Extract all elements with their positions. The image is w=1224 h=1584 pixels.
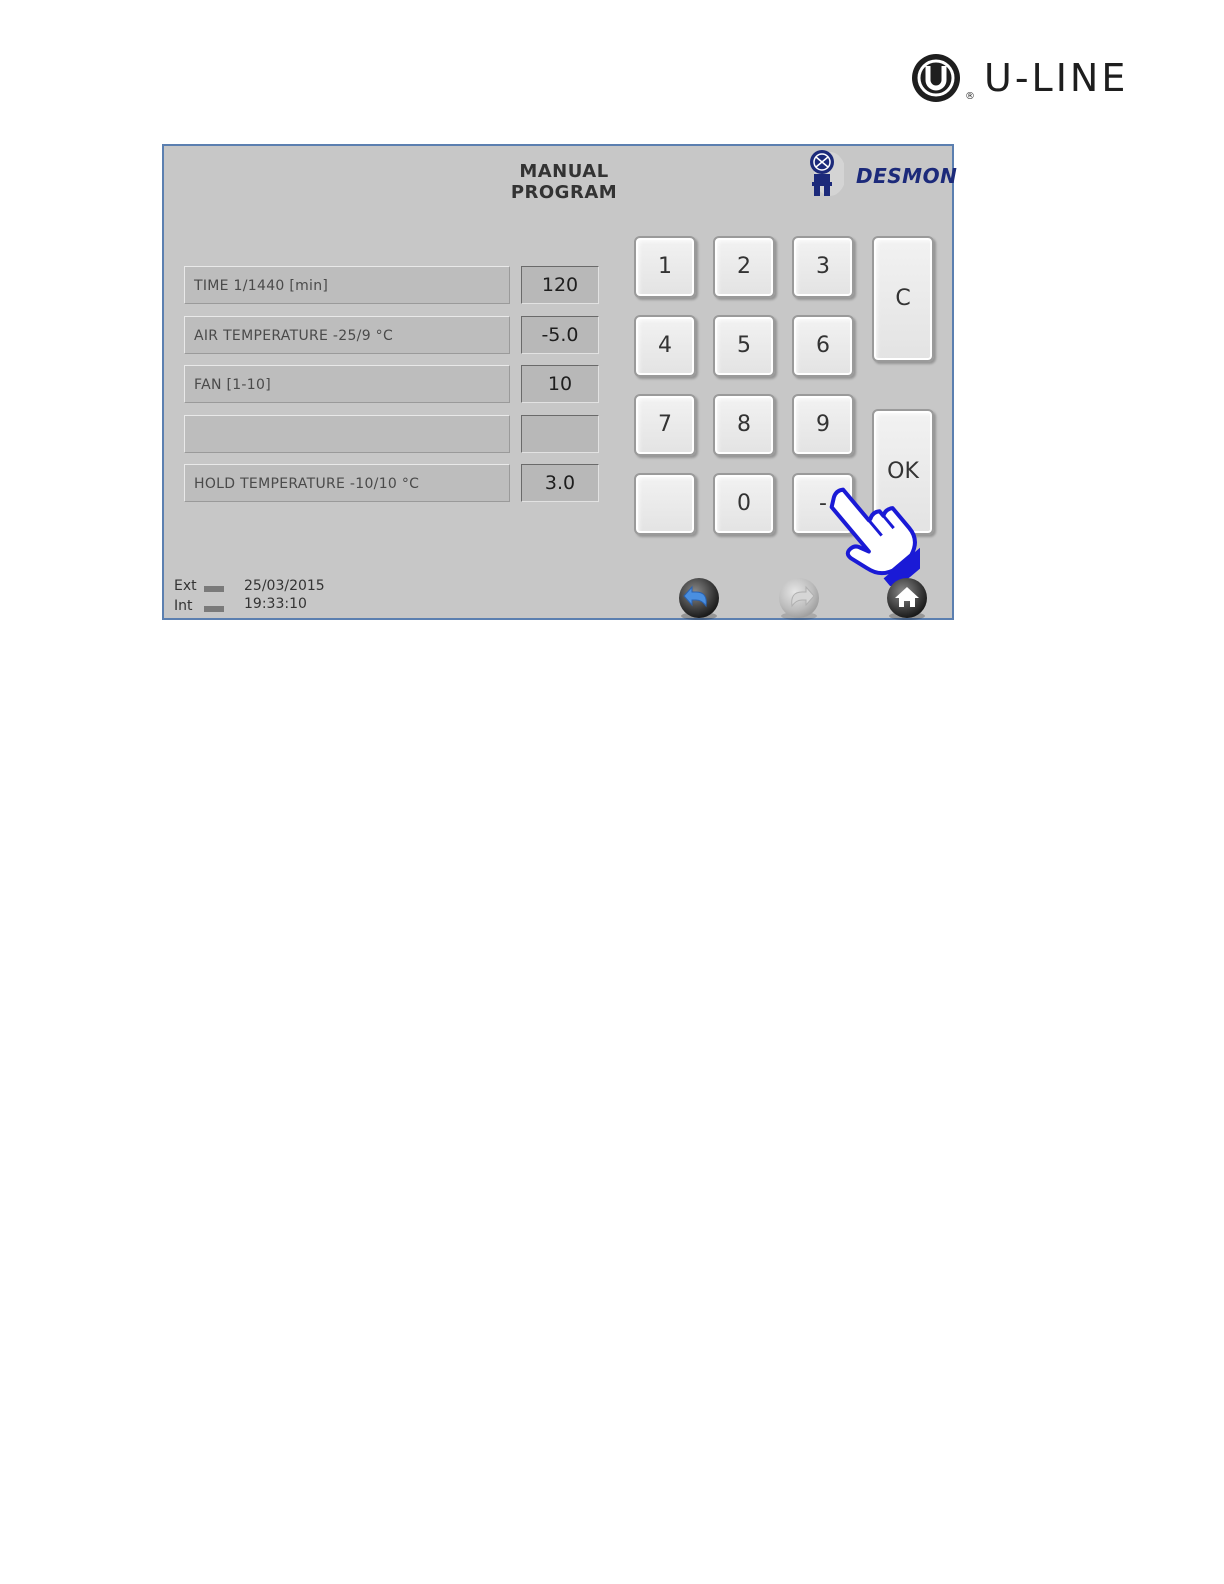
home-icon[interactable]: [884, 576, 930, 622]
datetime: 25/03/2015 19:33:10: [244, 578, 325, 612]
int-label: Int: [174, 598, 193, 614]
manual-program-screen: MANUAL PROGRAM DESMON TIME 1/1440 [min] …: [162, 144, 957, 622]
empty-value-field[interactable]: [521, 415, 599, 453]
desmon-logo: DESMON: [800, 148, 957, 198]
key-7[interactable]: 7: [634, 394, 696, 456]
pointing-hand-icon: [829, 487, 920, 586]
fan-value-field[interactable]: 10: [521, 365, 599, 403]
key-2[interactable]: 2: [713, 236, 775, 298]
ext-label: Ext: [174, 578, 197, 594]
back-arrow-icon[interactable]: [676, 576, 722, 622]
key-5[interactable]: 5: [713, 315, 775, 377]
registered-mark: ®: [965, 91, 975, 102]
air-temperature-label: AIR TEMPERATURE -25/9 °C: [184, 316, 510, 354]
desmon-mascot-icon: [810, 150, 844, 196]
page-title: MANUAL PROGRAM: [510, 161, 618, 203]
time-label: TIME 1/1440 [min]: [184, 266, 510, 304]
key-0[interactable]: 0: [713, 473, 775, 535]
air-temperature-value-field[interactable]: -5.0: [521, 316, 599, 354]
hold-temperature-value-field[interactable]: 3.0: [521, 464, 599, 502]
int-indicator: [204, 606, 224, 612]
ext-indicator: [204, 586, 224, 592]
desmon-text: DESMON: [856, 164, 958, 188]
date-text: 25/03/2015: [244, 578, 325, 594]
clear-button[interactable]: C: [872, 236, 934, 362]
empty-label: [184, 415, 510, 453]
u-line-logo-mark-icon: [912, 54, 960, 102]
u-line-logo: ® U-LINE: [908, 50, 1148, 110]
key-6[interactable]: 6: [792, 315, 854, 377]
key-4[interactable]: 4: [634, 315, 696, 377]
time-text: 19:33:10: [244, 596, 307, 612]
key-1[interactable]: 1: [634, 236, 696, 298]
brand-name: U-LINE: [984, 56, 1129, 100]
fan-label: FAN [1-10]: [184, 365, 510, 403]
key-3[interactable]: 3: [792, 236, 854, 298]
key-9[interactable]: 9: [792, 394, 854, 456]
time-value-field[interactable]: 120: [521, 266, 599, 304]
hold-temperature-label: HOLD TEMPERATURE -10/10 °C: [184, 464, 510, 502]
key-8[interactable]: 8: [713, 394, 775, 456]
key-blank[interactable]: [634, 473, 696, 535]
forward-arrow-icon[interactable]: [776, 576, 822, 622]
